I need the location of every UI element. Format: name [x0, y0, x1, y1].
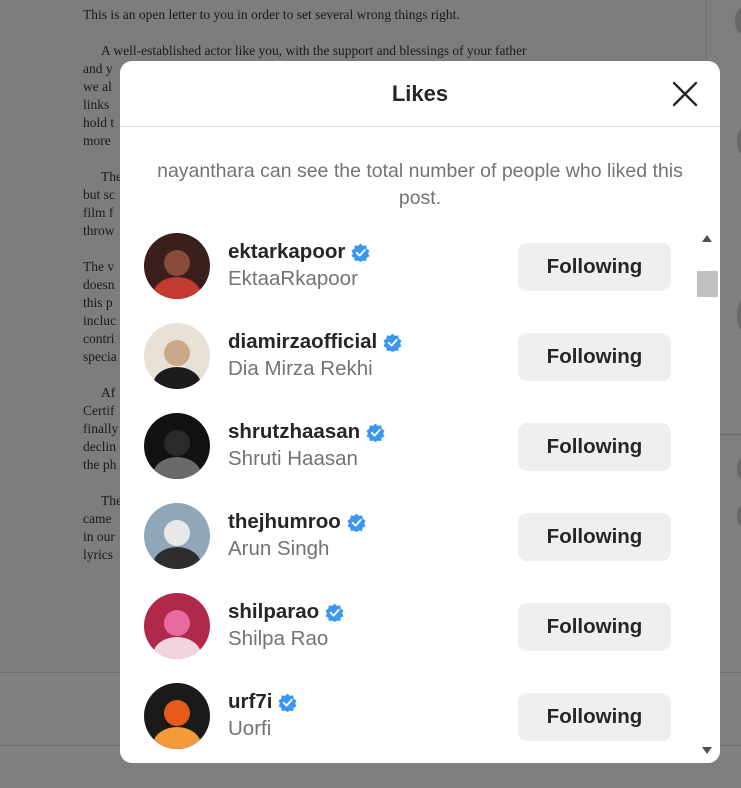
avatar[interactable] [144, 683, 210, 749]
document-line: The v [83, 259, 115, 274]
document-line: this p [83, 295, 113, 310]
full-name: Dia Mirza Rekhi [228, 357, 373, 380]
avatar[interactable] [144, 413, 210, 479]
verified-badge-icon [325, 602, 344, 622]
document-line: Af [101, 385, 116, 400]
scrollbar-thumb[interactable] [697, 271, 718, 297]
username-line: ektarkapoor [228, 239, 370, 265]
likes-dialog: Likes nayanthara can see the total numbe… [120, 61, 720, 763]
scroll-down-arrow-icon[interactable] [702, 747, 712, 754]
username-line: shrutzhaasan [228, 419, 385, 445]
document-line: specia [83, 349, 117, 364]
likes-list[interactable]: ektarkapoor EktaaRkapoor Following diamirza… [120, 229, 696, 763]
username-line: diamirzaofficial [228, 329, 402, 355]
document-line: doesn [83, 277, 115, 292]
document-line: film f [83, 205, 114, 220]
avatar[interactable] [144, 593, 210, 659]
document-line: This is an open letter to you in order t… [83, 7, 460, 22]
avatar-fragment [735, 8, 741, 34]
like-row-thejhumroo: thejhumroo Arun Singh Following [120, 499, 696, 589]
document-line: links [83, 97, 110, 112]
avatar[interactable] [144, 233, 210, 299]
scrollbar[interactable] [696, 229, 720, 763]
document-line: finally [83, 421, 119, 436]
document-paragraph: This is an open letter to you in order t… [83, 6, 643, 24]
verified-badge-icon [383, 332, 402, 352]
username-line: thejhumroo [228, 509, 366, 535]
document-line: A well-established actor like you, with … [101, 43, 527, 58]
document-line: but sc [83, 187, 115, 202]
full-name: Shilpa Rao [228, 627, 329, 650]
document-line: incluc [83, 313, 116, 328]
username-link[interactable]: diamirzaofficial [228, 330, 377, 354]
username-link[interactable]: ektarkapoor [228, 240, 345, 264]
scroll-up-arrow-icon[interactable] [702, 235, 712, 242]
verified-badge-icon [347, 512, 366, 532]
document-line: more [83, 133, 111, 148]
full-name: Arun Singh [228, 537, 330, 560]
avatar-fragment [737, 505, 741, 527]
following-button[interactable]: Following [518, 333, 671, 381]
document-line: in our [83, 529, 115, 544]
document-line: contri [83, 331, 115, 346]
username-link[interactable]: thejhumroo [228, 510, 341, 534]
document-line: The [101, 169, 122, 184]
document-line: throw [83, 223, 115, 238]
like-row-shrutzhaasan: shrutzhaasan Shruti Haasan Following [120, 409, 696, 499]
like-row-shilparao: shilparao Shilpa Rao Following [120, 589, 696, 679]
document-line: hold t [83, 115, 115, 130]
username-link[interactable]: shrutzhaasan [228, 420, 360, 444]
document-line: the ph [83, 457, 117, 472]
avatar[interactable] [144, 503, 210, 569]
document-line: The [101, 493, 122, 508]
following-button[interactable]: Following [518, 693, 671, 741]
document-line: we al [83, 79, 112, 94]
document-line: lyrics [83, 547, 113, 562]
like-row-diamirzaofficial: diamirzaofficial Dia Mirza Rekhi Following [120, 319, 696, 409]
avatar-fragment [737, 300, 741, 330]
document-line: Certif [83, 403, 115, 418]
like-row-ektarkapoor: ektarkapoor EktaaRkapoor Following [120, 229, 696, 319]
avatar-fragment [737, 458, 741, 480]
verified-badge-icon [278, 692, 297, 712]
username-link[interactable]: shilparao [228, 600, 319, 624]
following-button[interactable]: Following [518, 513, 671, 561]
full-name: EktaaRkapoor [228, 267, 358, 290]
full-name: Shruti Haasan [228, 447, 358, 470]
following-button[interactable]: Following [518, 603, 671, 651]
username-line: urf7i [228, 689, 297, 715]
username-link[interactable]: urf7i [228, 690, 272, 714]
likes-visibility-notice: nayanthara can see the total number of p… [157, 160, 683, 209]
like-row-urf7i: urf7i Uorfi Following [120, 679, 696, 763]
document-line: and y [83, 61, 113, 76]
verified-badge-icon [366, 422, 385, 442]
full-name: Uorfi [228, 717, 272, 740]
close-button[interactable] [672, 81, 698, 107]
following-button[interactable]: Following [518, 243, 671, 291]
divider [720, 434, 741, 435]
document-line: came [83, 511, 112, 526]
verified-badge-icon [351, 242, 370, 262]
avatar[interactable] [144, 323, 210, 389]
following-button[interactable]: Following [518, 423, 671, 471]
document-line: declin [83, 439, 116, 454]
close-icon [672, 81, 698, 107]
dialog-header: Likes [120, 61, 720, 127]
avatar-fragment [737, 128, 741, 154]
dialog-title: Likes [391, 81, 449, 106]
username-line: shilparao [228, 599, 344, 625]
